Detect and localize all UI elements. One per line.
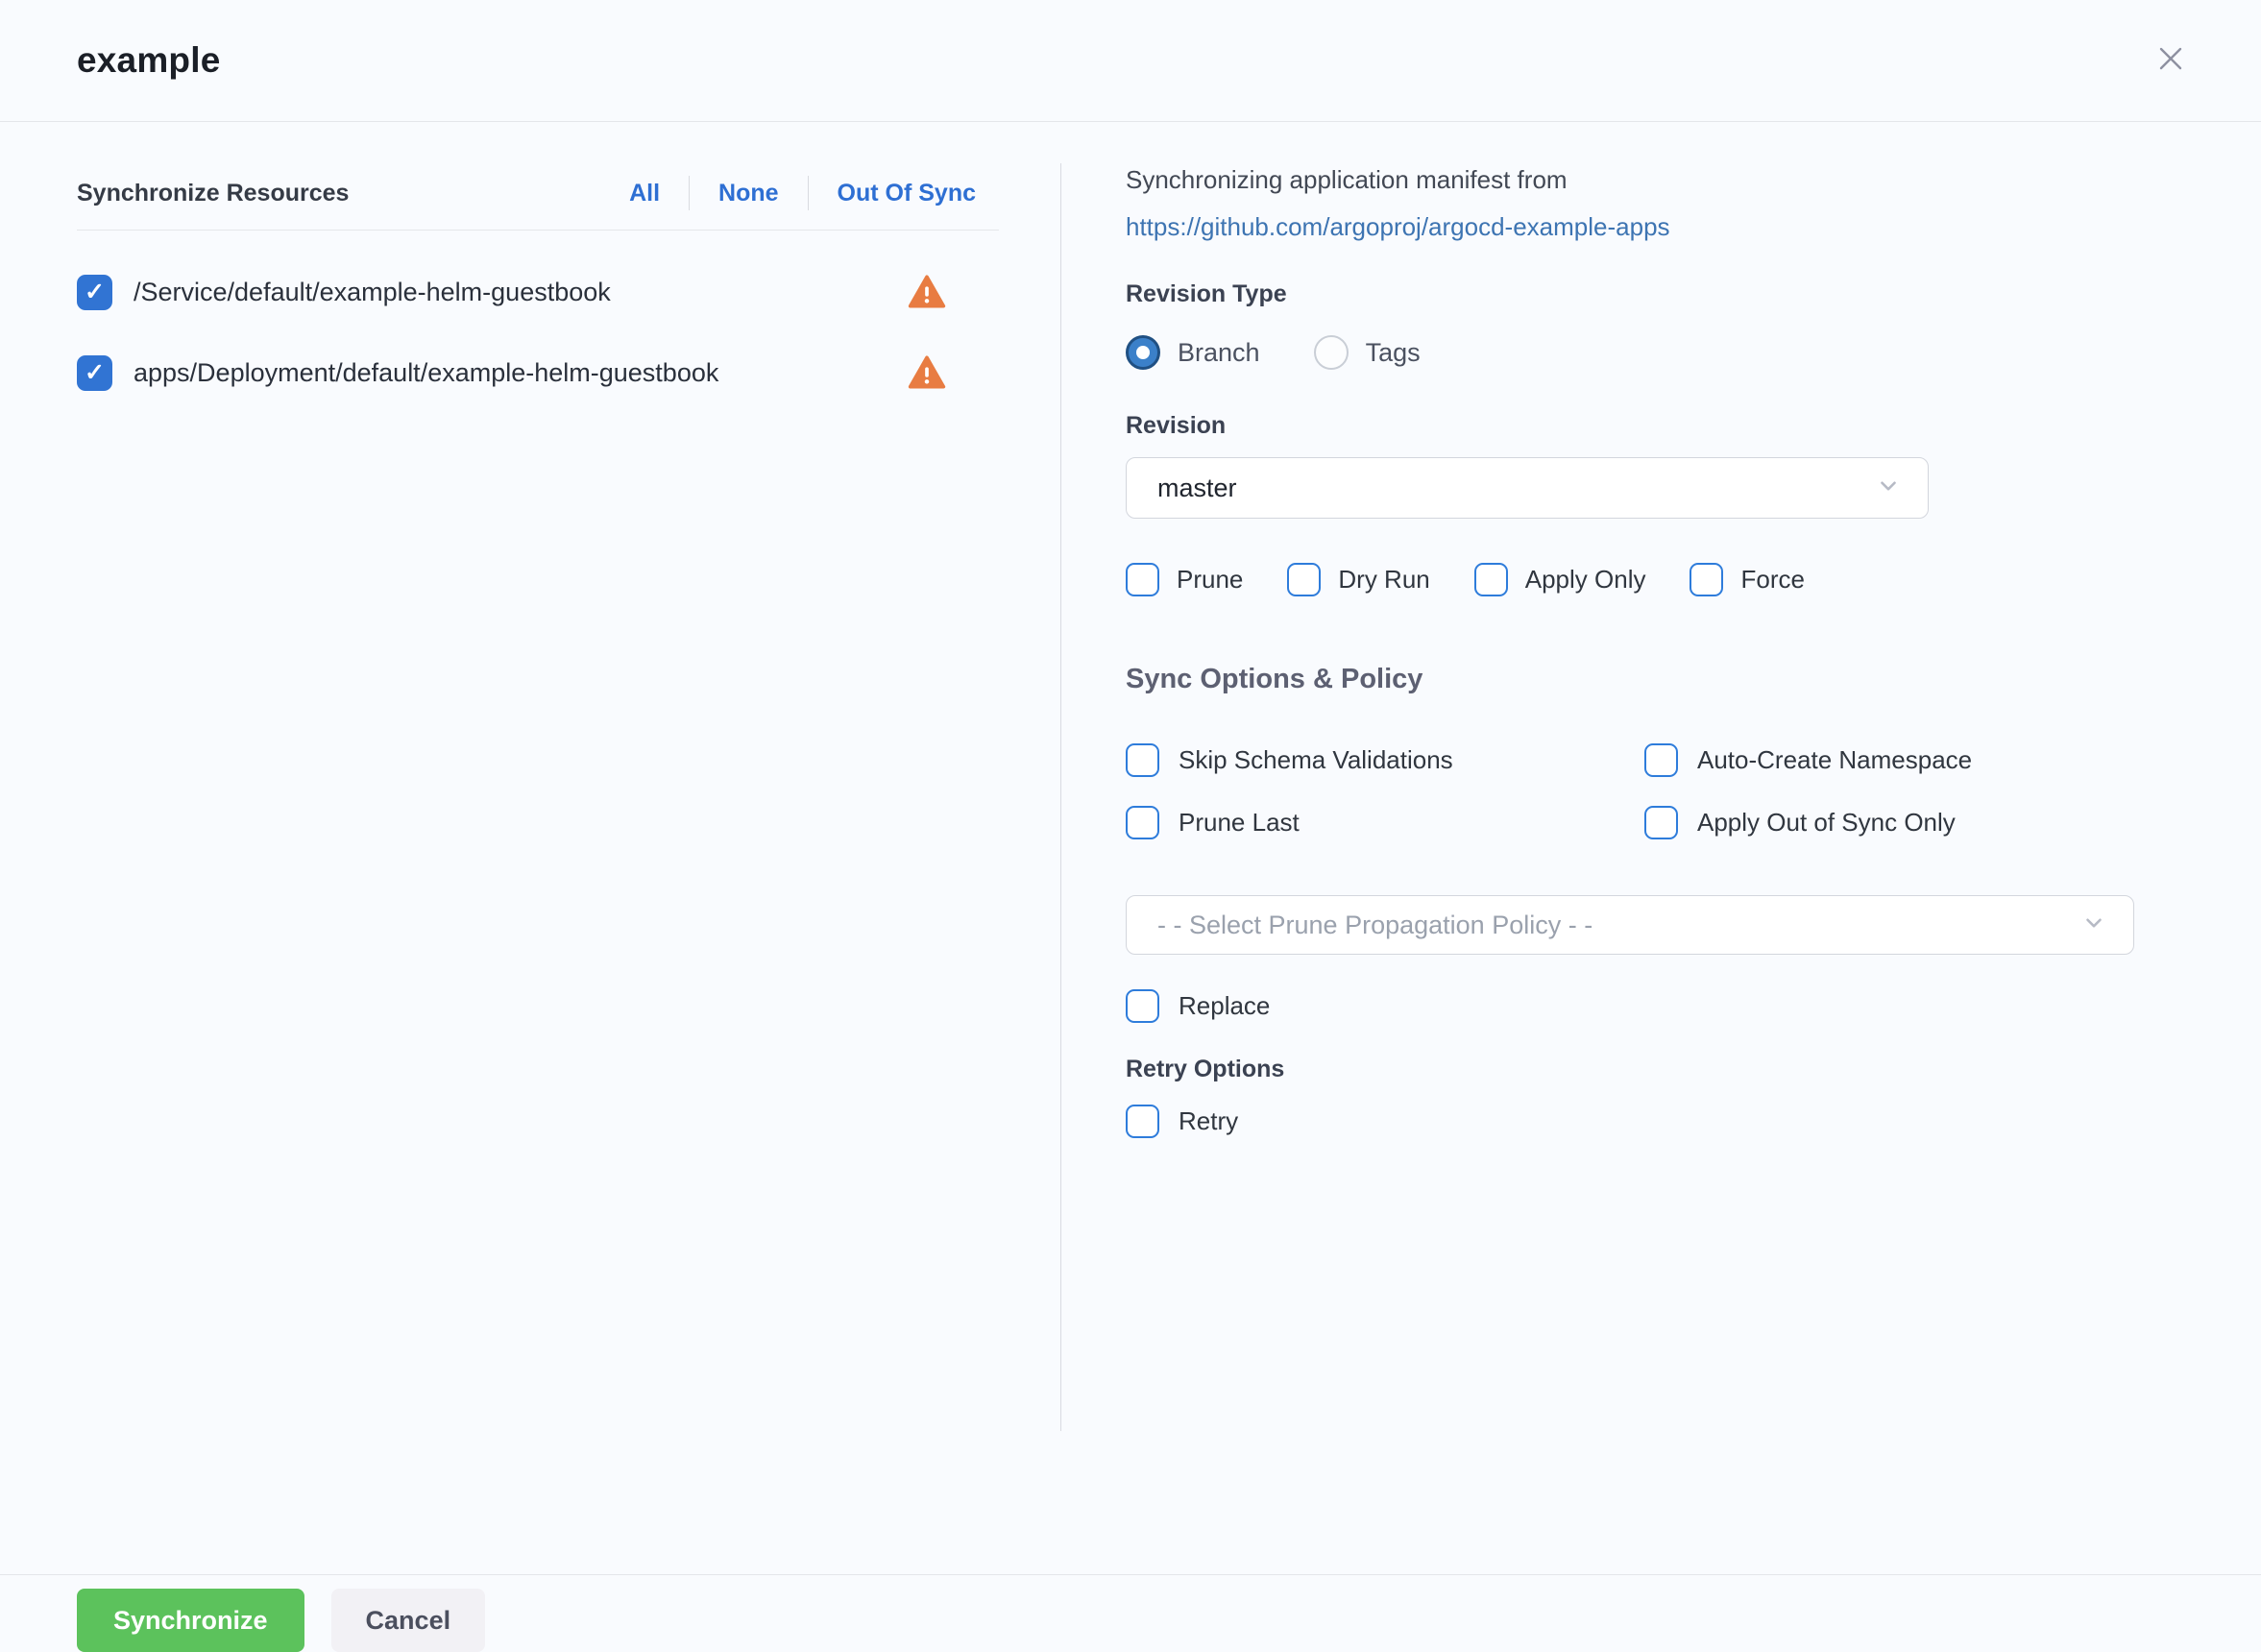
resource-checkbox-checked[interactable] <box>77 275 112 310</box>
resource-checkbox-checked[interactable] <box>77 355 112 391</box>
checkbox-apply-out-of-sync-only[interactable]: Apply Out of Sync Only <box>1644 806 2189 839</box>
chevron-down-icon <box>1876 474 1901 503</box>
chevron-down-icon <box>2081 911 2106 940</box>
sync-modal: example Synchronize Resources All None O… <box>0 0 2261 1652</box>
dry-run-label: Dry Run <box>1338 565 1429 595</box>
filter-separator <box>689 176 690 210</box>
revision-type-label: Revision Type <box>1126 280 2189 308</box>
checkbox-apply-only[interactable]: Apply Only <box>1474 563 1646 596</box>
force-label: Force <box>1740 565 1804 595</box>
resource-filters: All None Out Of Sync <box>629 176 976 210</box>
radio-tags-label: Tags <box>1366 338 1421 368</box>
cancel-button[interactable]: Cancel <box>331 1589 486 1652</box>
modal-content: Synchronize Resources All None Out Of Sy… <box>0 122 2261 1574</box>
filter-out-of-sync[interactable]: Out Of Sync <box>838 180 976 207</box>
checkbox-retry[interactable]: Retry <box>1126 1105 2189 1138</box>
checkbox-empty-icon <box>1126 1105 1159 1138</box>
resources-divider <box>77 230 999 231</box>
checkbox-empty-icon <box>1126 806 1159 839</box>
sync-flags-row: Prune Dry Run Apply Only Force <box>1126 563 2189 596</box>
resources-header: Synchronize Resources All None Out Of Sy… <box>77 176 999 210</box>
radio-unselected-icon <box>1314 335 1349 370</box>
checkbox-empty-icon <box>1644 806 1678 839</box>
prune-label: Prune <box>1177 565 1243 595</box>
resources-title: Synchronize Resources <box>77 180 349 207</box>
checkbox-empty-icon <box>1126 989 1159 1023</box>
close-button[interactable] <box>2150 38 2192 81</box>
manifest-repo-link[interactable]: https://github.com/argoproj/argocd-examp… <box>1126 212 1670 242</box>
filter-separator <box>808 176 809 210</box>
resource-row: apps/Deployment/default/example-helm-gue… <box>77 353 999 392</box>
checkbox-empty-icon <box>1287 563 1321 596</box>
prune-propagation-policy-select[interactable]: - - Select Prune Propagation Policy - - <box>1126 895 2134 955</box>
manifest-source-text: Synchronizing application manifest from <box>1126 165 2189 195</box>
prune-propagation-policy-placeholder: - - Select Prune Propagation Policy - - <box>1157 911 2081 940</box>
checkbox-replace[interactable]: Replace <box>1126 989 2189 1023</box>
sync-options-grid: Skip Schema Validations Auto-Create Name… <box>1126 743 2189 839</box>
modal-title: example <box>77 36 2189 85</box>
apply-out-of-sync-only-label: Apply Out of Sync Only <box>1697 808 1956 838</box>
checkbox-skip-schema-validations[interactable]: Skip Schema Validations <box>1126 743 1644 777</box>
resource-label: /Service/default/example-helm-guestbook <box>134 278 908 307</box>
checkbox-empty-icon <box>1126 563 1159 596</box>
replace-label: Replace <box>1179 991 1270 1021</box>
checkbox-auto-create-namespace[interactable]: Auto-Create Namespace <box>1644 743 2189 777</box>
checkbox-force[interactable]: Force <box>1690 563 1804 596</box>
sync-options-heading: Sync Options & Policy <box>1126 664 2189 695</box>
retry-label: Retry <box>1179 1106 1238 1136</box>
filter-none[interactable]: None <box>718 180 779 207</box>
checkbox-dry-run[interactable]: Dry Run <box>1287 563 1429 596</box>
skip-schema-validations-label: Skip Schema Validations <box>1179 745 1453 775</box>
revision-label: Revision <box>1126 412 2189 440</box>
filter-all[interactable]: All <box>629 180 660 207</box>
warning-icon <box>908 353 946 392</box>
auto-create-namespace-label: Auto-Create Namespace <box>1697 745 1972 775</box>
revision-select[interactable]: master <box>1126 457 1929 519</box>
modal-footer: Synchronize Cancel <box>0 1575 2261 1652</box>
revision-select-value: master <box>1157 474 1876 503</box>
radio-branch[interactable]: Branch <box>1126 335 1260 370</box>
synchronize-button[interactable]: Synchronize <box>77 1589 304 1652</box>
checkbox-empty-icon <box>1474 563 1508 596</box>
checkbox-prune-last[interactable]: Prune Last <box>1126 806 1644 839</box>
radio-tags[interactable]: Tags <box>1314 335 1421 370</box>
retry-options-heading: Retry Options <box>1126 1056 2189 1083</box>
resource-row: /Service/default/example-helm-guestbook <box>77 273 999 311</box>
close-icon <box>2154 42 2187 78</box>
resources-pane: Synchronize Resources All None Out Of Sy… <box>77 122 999 1574</box>
radio-selected-icon <box>1126 335 1160 370</box>
sync-options-pane: Synchronizing application manifest from … <box>1061 122 2189 1574</box>
resource-label: apps/Deployment/default/example-helm-gue… <box>134 358 908 388</box>
checkbox-empty-icon <box>1644 743 1678 777</box>
radio-branch-label: Branch <box>1178 338 1260 368</box>
checkbox-prune[interactable]: Prune <box>1126 563 1243 596</box>
apply-only-label: Apply Only <box>1525 565 1646 595</box>
revision-type-options: Branch Tags <box>1126 335 2189 370</box>
warning-icon <box>908 273 946 311</box>
modal-header: example <box>0 0 2261 85</box>
checkbox-empty-icon <box>1690 563 1723 596</box>
checkbox-empty-icon <box>1126 743 1159 777</box>
prune-last-label: Prune Last <box>1179 808 1300 838</box>
